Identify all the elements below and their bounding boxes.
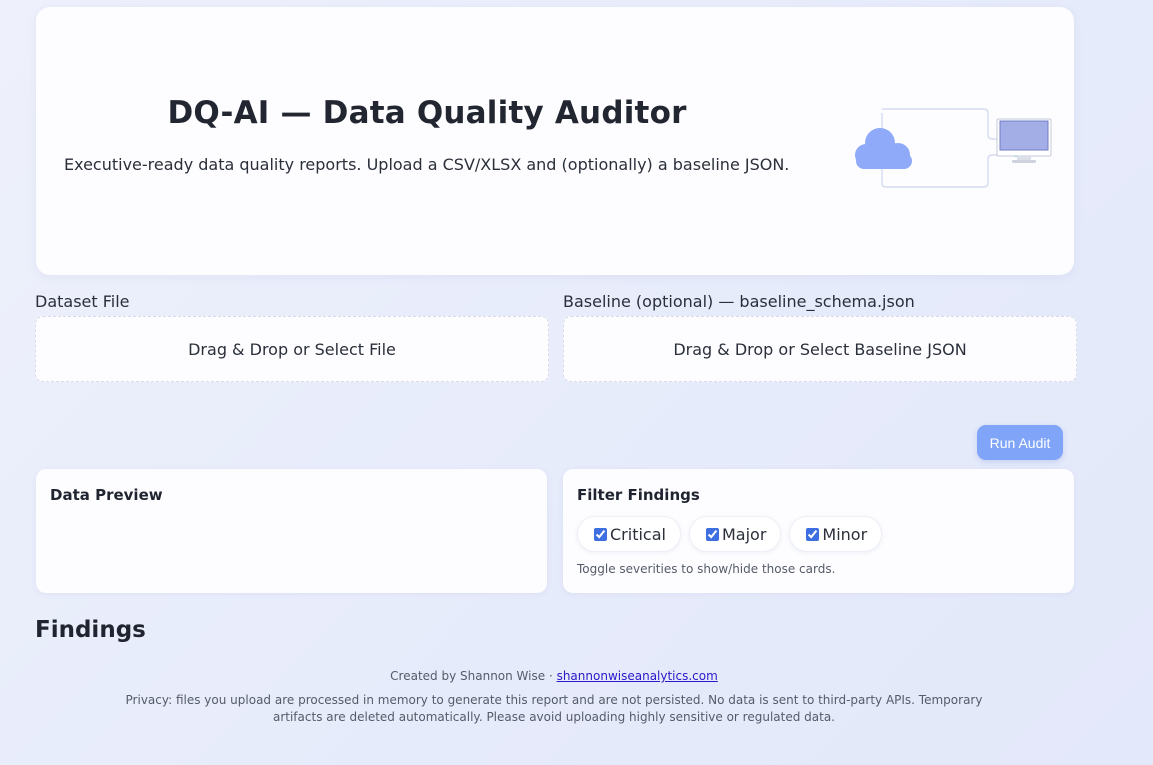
dataset-dropzone-text: Drag & Drop or Select File — [188, 339, 396, 359]
baseline-file-label: Baseline (optional) — baseline_schema.js… — [563, 292, 915, 311]
run-audit-button[interactable]: Run Audit — [977, 425, 1063, 460]
footer-credit-text: Created by Shannon Wise · — [390, 669, 557, 683]
monitor-icon — [996, 118, 1052, 163]
cloud-icon — [855, 128, 912, 169]
filter-major[interactable]: Major — [688, 516, 782, 552]
filter-minor[interactable]: Minor — [789, 516, 883, 552]
dataset-file-label: Dataset File — [35, 292, 130, 311]
filter-findings-title: Filter Findings — [577, 486, 700, 504]
footer-credit: Created by Shannon Wise · shannonwiseana… — [0, 669, 1108, 683]
dataset-dropzone[interactable]: Drag & Drop or Select File — [35, 316, 549, 382]
baseline-dropzone[interactable]: Drag & Drop or Select Baseline JSON — [563, 316, 1077, 382]
findings-heading: Findings — [35, 617, 146, 643]
data-preview-panel: Data Preview — [36, 469, 547, 593]
filter-hint: Toggle severities to show/hide those car… — [577, 562, 836, 576]
minor-checkbox[interactable] — [806, 527, 820, 541]
filter-critical[interactable]: Critical — [577, 516, 681, 552]
filter-major-label: Major — [721, 524, 767, 544]
data-preview-title: Data Preview — [50, 486, 163, 504]
website-link[interactable]: shannonwiseanalytics.com — [557, 669, 718, 683]
baseline-dropzone-text: Drag & Drop or Select Baseline JSON — [673, 339, 967, 359]
filter-critical-label: Critical — [610, 524, 666, 544]
severity-filters: Critical Major Minor — [577, 516, 883, 552]
page-title: DQ-AI — Data Quality Auditor — [167, 95, 687, 131]
critical-checkbox[interactable] — [594, 527, 607, 541]
major-checkbox[interactable] — [705, 527, 719, 541]
filter-findings-panel: Filter Findings Critical Major Minor Tog… — [563, 469, 1074, 593]
privacy-notice: Privacy: files you upload are processed … — [125, 693, 983, 724]
filter-minor-label: Minor — [822, 524, 868, 544]
hero-card: DQ-AI — Data Quality Auditor Executive-r… — [36, 7, 1074, 275]
page-subtitle: Executive-ready data quality reports. Up… — [64, 155, 790, 174]
